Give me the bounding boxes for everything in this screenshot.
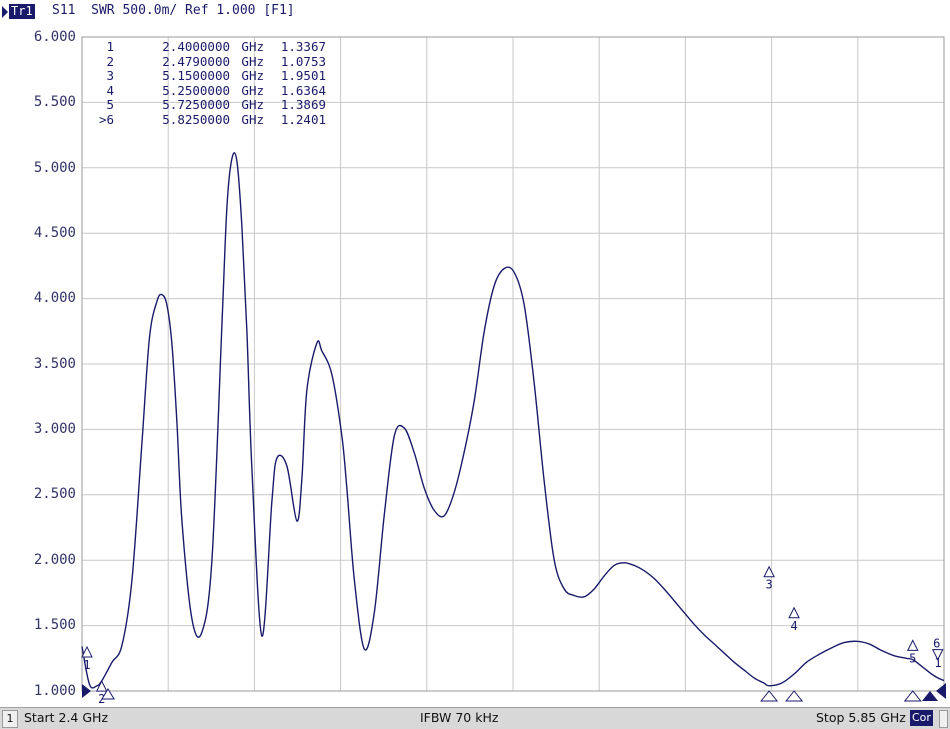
y-tick-label: 3.500 (33, 356, 76, 372)
marker-index: 1 (106, 39, 114, 54)
y-tick-label: 6.000 (33, 29, 76, 45)
marker-stimulus-indicator (760, 690, 779, 702)
marker-index: 4 (106, 82, 114, 98)
marker-label: 6 (933, 637, 940, 651)
status-end-cell (939, 710, 948, 728)
marker-frequency: 5.1500000 (162, 68, 230, 83)
y-tick-label: 1.000 (33, 683, 76, 699)
marker-stimulus-indicator (903, 690, 922, 702)
marker-value: 1.6364 (280, 82, 326, 98)
marker-value: 1.3367 (280, 39, 326, 54)
marker-index: 5 (106, 97, 114, 112)
marker-frequency: 5.7250000 (162, 97, 230, 112)
marker-index: >6 (98, 111, 114, 127)
start-frequency[interactable]: Start 2.4 GHz (24, 708, 108, 728)
channel-indicator[interactable]: 1 (2, 710, 18, 728)
marker-row[interactable]: 5 5.7250000 GHz 1.3869 (92, 97, 326, 113)
marker-label: 5 (909, 651, 916, 665)
marker-row[interactable]: 4 5.2500000 GHz 1.6364 (92, 82, 326, 99)
marker-frequency: 5.2500000 (162, 82, 230, 98)
marker-unit: GHz (241, 39, 264, 54)
ifbw-setting[interactable]: IFBW 70 kHz (420, 708, 498, 728)
marker-table: 1 2.4000000 GHz 1.3367 2 2.4790000 GHz 1.0753 … (92, 39, 326, 128)
marker-value: 1.0753 (280, 53, 326, 69)
marker-row[interactable]: 2 2.4790000 GHz 1.0753 (92, 53, 326, 70)
marker-unit: GHz (241, 111, 264, 127)
y-tick-label: 4.500 (33, 225, 76, 241)
y-tick-label: 5.500 (33, 94, 76, 110)
marker-label: 1 (934, 656, 941, 670)
marker-value: 1.3869 (280, 97, 326, 112)
marker-frequency: 2.4790000 (162, 53, 230, 69)
y-tick-label: 2.000 (33, 552, 76, 568)
marker-unit: GHz (241, 68, 264, 83)
stop-frequency[interactable]: Stop 5.85 GHz (816, 708, 906, 728)
correction-badge[interactable]: Cor (910, 710, 933, 726)
marker-stimulus-indicator (785, 690, 804, 702)
marker-frequency: 5.8250000 (162, 111, 230, 127)
marker-value: 1.9501 (280, 68, 326, 83)
marker-label: 3 (765, 578, 772, 592)
y-tick-label: 1.500 (33, 617, 76, 633)
y-tick-label: 4.000 (33, 290, 76, 306)
marker-index: 2 (106, 53, 114, 69)
marker-value: 1.2401 (280, 111, 326, 127)
marker-label: 4 (790, 619, 797, 633)
marker-label: 1 (83, 658, 90, 672)
y-tick-label: 2.500 (33, 486, 76, 502)
y-tick-label: 5.000 (33, 160, 76, 176)
marker-row[interactable]: 3 5.1500000 GHz 1.9501 (92, 68, 326, 84)
marker-index: 3 (106, 68, 114, 83)
marker-unit: GHz (241, 82, 264, 98)
marker-row[interactable]: 1 2.4000000 GHz 1.3367 (92, 39, 326, 55)
marker-row[interactable]: >6 5.8250000 GHz 1.2401 (92, 111, 326, 128)
y-tick-label: 3.000 (33, 421, 76, 437)
marker-frequency: 2.4000000 (162, 39, 230, 54)
marker-unit: GHz (241, 97, 264, 112)
status-bar: 1 Start 2.4 GHz IFBW 70 kHz Stop 5.85 GH… (0, 707, 950, 729)
active-marker-indicator (922, 691, 938, 701)
marker-unit: GHz (241, 53, 264, 69)
